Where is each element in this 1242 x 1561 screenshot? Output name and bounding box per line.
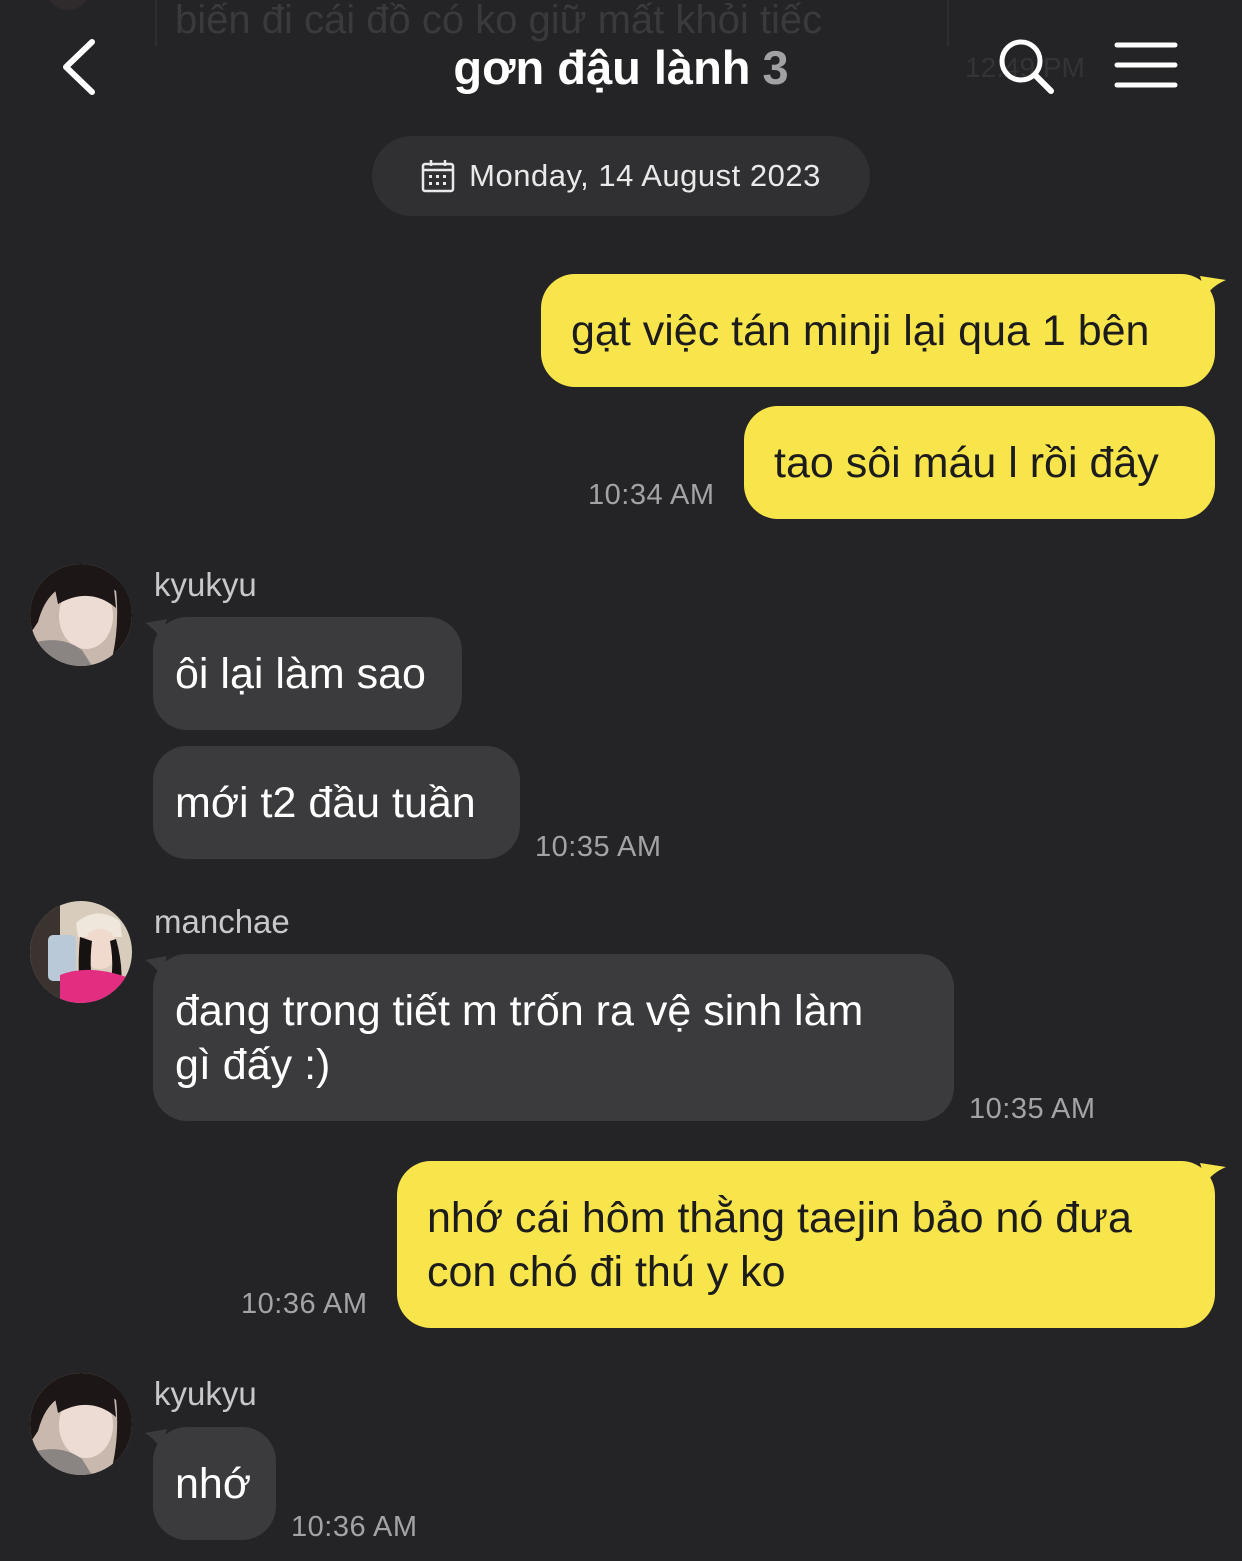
- message-timestamp: 10:35 AM: [969, 1093, 1096, 1125]
- ghost-message-text: biến đi cái đồ có ko giữ mất khỏi tiếc: [175, 0, 823, 42]
- message-bubble-outgoing[interactable]: tao sôi máu l rồi đây: [744, 406, 1215, 519]
- message-text: ôi lại làm sao: [175, 649, 426, 698]
- message-timestamp: 10:35 AM: [535, 831, 662, 863]
- message-bubble-outgoing[interactable]: nhớ cái hôm thằng taejin bảo nó đưa con …: [397, 1161, 1215, 1328]
- message-bubble-incoming[interactable]: mới t2 đầu tuần: [153, 746, 520, 859]
- message-text: nhớ: [175, 1459, 252, 1508]
- message-text-line: con chó đi thú y ko: [427, 1248, 786, 1296]
- search-icon: [999, 39, 1054, 94]
- date-separator: Monday, 14 August 2023: [372, 136, 870, 216]
- avatar-kyukyu[interactable]: [30, 1373, 132, 1475]
- hamburger-menu-icon: [1114, 42, 1178, 88]
- message-bubble-incoming[interactable]: đang trong tiết m trốn ra vệ sinh làm gì…: [153, 954, 954, 1121]
- message-text-line: nhớ cái hôm thằng taejin bảo nó đưa: [427, 1194, 1132, 1242]
- sender-name: manchae: [154, 903, 290, 940]
- message-text: tao sôi máu l rồi đây: [774, 438, 1159, 487]
- message-bubble-incoming[interactable]: nhớ: [153, 1427, 276, 1540]
- message-timestamp: 10:34 AM: [588, 479, 715, 511]
- message-text: mới t2 đầu tuần: [175, 778, 476, 827]
- message-bubble-incoming[interactable]: ôi lại làm sao: [153, 617, 462, 730]
- member-count: 3: [762, 41, 789, 94]
- avatar-kyukyu[interactable]: [30, 564, 132, 666]
- avatar-manchae[interactable]: [30, 901, 132, 1003]
- message-text-line: gì đấy :): [175, 1041, 331, 1089]
- chat-title: gơn đậu lành: [453, 41, 751, 94]
- menu-button[interactable]: [1114, 40, 1178, 90]
- search-button[interactable]: [996, 36, 1056, 96]
- message-timestamp: 10:36 AM: [241, 1288, 368, 1320]
- message-timestamp: 10:36 AM: [291, 1511, 418, 1543]
- sender-name: kyukyu: [154, 566, 257, 603]
- date-label: Monday, 14 August 2023: [469, 158, 821, 193]
- sender-name: kyukyu: [154, 1375, 257, 1412]
- ghost-avatar: [46, 0, 90, 10]
- calendar-icon: [421, 160, 455, 193]
- message-text-line: đang trong tiết m trốn ra vệ sinh làm: [175, 987, 864, 1035]
- message-text: gạt việc tán minji lại qua 1 bên: [571, 306, 1150, 355]
- message-bubble-outgoing[interactable]: gạt việc tán minji lại qua 1 bên: [541, 274, 1215, 387]
